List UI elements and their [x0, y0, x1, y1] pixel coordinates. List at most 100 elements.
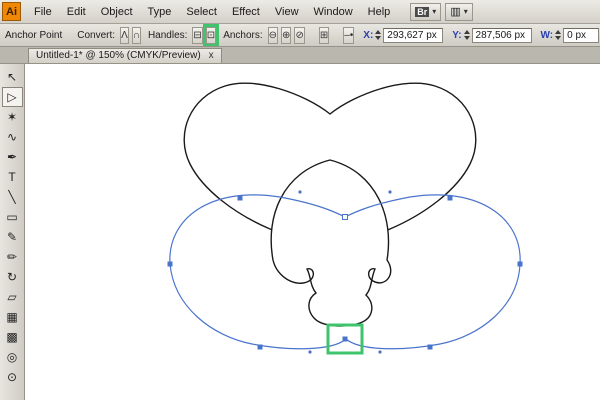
handle-dot[interactable]	[388, 190, 391, 193]
y-stepper[interactable]	[464, 30, 470, 40]
selected-anchor-point[interactable]	[343, 337, 348, 342]
menu-bar: Ai File Edit Object Type Select Effect V…	[0, 0, 600, 24]
blend-icon: ◎	[7, 350, 17, 364]
y-field-group: Y: 287,506 px	[452, 28, 531, 43]
anchor-point[interactable]	[428, 345, 433, 350]
direct-selection-icon: ▷	[7, 90, 16, 104]
anchor-point[interactable]	[518, 262, 523, 267]
anchor-point[interactable]	[258, 345, 263, 350]
tools-panel: ↖ ▷ ✶ ∿ ✒ T ╲ ▭ ✎ ✏ ↻ ▱ ▦ ▩ ◎ ⊙	[0, 64, 25, 400]
selection-tool[interactable]: ↖	[2, 67, 23, 87]
type-tool[interactable]: T	[2, 167, 23, 187]
connect-anchor-icon: ⊕	[282, 30, 290, 41]
menu-help[interactable]: Help	[361, 3, 398, 21]
selection-icon: ↖	[7, 70, 17, 84]
menu-type[interactable]: Type	[141, 3, 179, 21]
document-tab[interactable]: Untitled-1* @ 150% (CMYK/Preview) x	[28, 48, 222, 63]
path-options-button[interactable]: –•	[343, 27, 354, 44]
handles-label: Handles:	[148, 30, 187, 41]
direct-selection-tool[interactable]: ▷	[2, 87, 23, 107]
illustrator-window: Ai File Edit Object Type Select Effect V…	[0, 0, 600, 400]
hide-handles-icon: ⊡	[207, 30, 215, 41]
x-stepper[interactable]	[375, 30, 381, 40]
paintbrush-tool[interactable]: ✎	[2, 227, 23, 247]
menu-select[interactable]: Select	[179, 3, 224, 21]
x-field-group: X: 293,627 px	[363, 28, 443, 43]
workspace: ↖ ▷ ✶ ∿ ✒ T ╲ ▭ ✎ ✏ ↻ ▱ ▦ ▩ ◎ ⊙	[0, 64, 600, 400]
magic-wand-icon: ✶	[7, 110, 17, 124]
pen-icon: ✒	[7, 150, 17, 164]
blend-tool[interactable]: ◎	[2, 347, 23, 367]
document-title: Untitled-1* @ 150% (CMYK/Preview)	[36, 50, 201, 61]
isolate-selection-button[interactable]: ⊞	[319, 27, 329, 44]
scale-icon: ▱	[7, 290, 16, 304]
paintbrush-icon: ✎	[7, 230, 17, 244]
bridge-button[interactable]: Br ▾	[410, 3, 441, 21]
type-icon: T	[8, 170, 15, 184]
show-handles-icon: ⊟	[193, 30, 201, 41]
remove-anchors-button[interactable]: ⊖	[268, 27, 278, 44]
connect-anchors-button[interactable]: ⊕	[281, 27, 291, 44]
hide-handles-button[interactable]: ⊡	[206, 27, 216, 44]
w-field-group: W: 0 px	[541, 28, 600, 43]
convert-label: Convert:	[77, 30, 115, 41]
rectangle-tool[interactable]: ▭	[2, 207, 23, 227]
workspace-button[interactable]: ▥ ▾	[445, 3, 472, 21]
isolate-icon: ⊞	[320, 30, 328, 41]
menu-effect[interactable]: Effect	[225, 3, 267, 21]
smooth-point-icon: ∩	[133, 30, 140, 41]
anchor-point[interactable]	[343, 215, 348, 220]
control-bar: Anchor Point Convert: Λ ∩ Handles: ⊟ ⊡ A…	[0, 24, 600, 47]
magic-wand-tool[interactable]: ✶	[2, 107, 23, 127]
line-dot-icon: –•	[344, 30, 353, 41]
x-label: X:	[363, 30, 373, 41]
y-label: Y:	[452, 30, 461, 41]
app-logo: Ai	[2, 2, 21, 21]
handle-dot[interactable]	[308, 350, 311, 353]
w-stepper[interactable]	[555, 30, 561, 40]
menu-file[interactable]: File	[27, 3, 59, 21]
scale-tool[interactable]: ▱	[2, 287, 23, 307]
mesh-tool[interactable]: ▦	[2, 307, 23, 327]
pencil-tool[interactable]: ✏	[2, 247, 23, 267]
cut-path-button[interactable]: ⊘	[294, 27, 304, 44]
pen-tool[interactable]: ✒	[2, 147, 23, 167]
chevron-down-icon: ▾	[432, 7, 436, 16]
gradient-tool[interactable]: ▩	[2, 327, 23, 347]
menu-view[interactable]: View	[268, 3, 306, 21]
menu-object[interactable]: Object	[94, 3, 140, 21]
menu-edit[interactable]: Edit	[60, 3, 93, 21]
close-icon[interactable]: x	[209, 50, 214, 61]
mesh-icon: ▦	[6, 310, 17, 324]
convert-to-smooth-button[interactable]: ∩	[132, 27, 141, 44]
lasso-tool[interactable]: ∿	[2, 127, 23, 147]
control-bar-title: Anchor Point	[5, 30, 62, 41]
line-tool[interactable]: ╲	[2, 187, 23, 207]
x-input[interactable]: 293,627 px	[383, 28, 443, 43]
y-input[interactable]: 287,506 px	[472, 28, 532, 43]
convert-to-corner-button[interactable]: Λ	[120, 27, 129, 44]
w-input[interactable]: 0 px	[563, 28, 599, 43]
remove-anchor-icon: ⊖	[269, 30, 277, 41]
handle-dot[interactable]	[298, 190, 301, 193]
menubar-quick-buttons: Br ▾ ▥ ▾	[410, 3, 472, 21]
anchor-point[interactable]	[238, 196, 243, 201]
cut-path-icon: ⊘	[295, 30, 303, 41]
anchors-label: Anchors:	[223, 30, 262, 41]
pencil-icon: ✏	[7, 250, 17, 264]
zoom-icon: ⊙	[7, 370, 17, 384]
show-handles-button[interactable]: ⊟	[192, 27, 202, 44]
chevron-down-icon: ▾	[464, 7, 468, 16]
workspace-icon: ▥	[450, 5, 460, 18]
rotate-tool[interactable]: ↻	[2, 267, 23, 287]
menu-window[interactable]: Window	[307, 3, 360, 21]
rectangle-icon: ▭	[6, 210, 17, 224]
handle-dot[interactable]	[378, 350, 381, 353]
anchor-point[interactable]	[168, 262, 173, 267]
artboard-canvas[interactable]	[25, 64, 600, 400]
w-label: W:	[541, 30, 554, 41]
anchor-point[interactable]	[448, 196, 453, 201]
artwork	[25, 64, 600, 400]
zoom-tool[interactable]: ⊙	[2, 367, 23, 387]
gradient-icon: ▩	[6, 330, 17, 344]
